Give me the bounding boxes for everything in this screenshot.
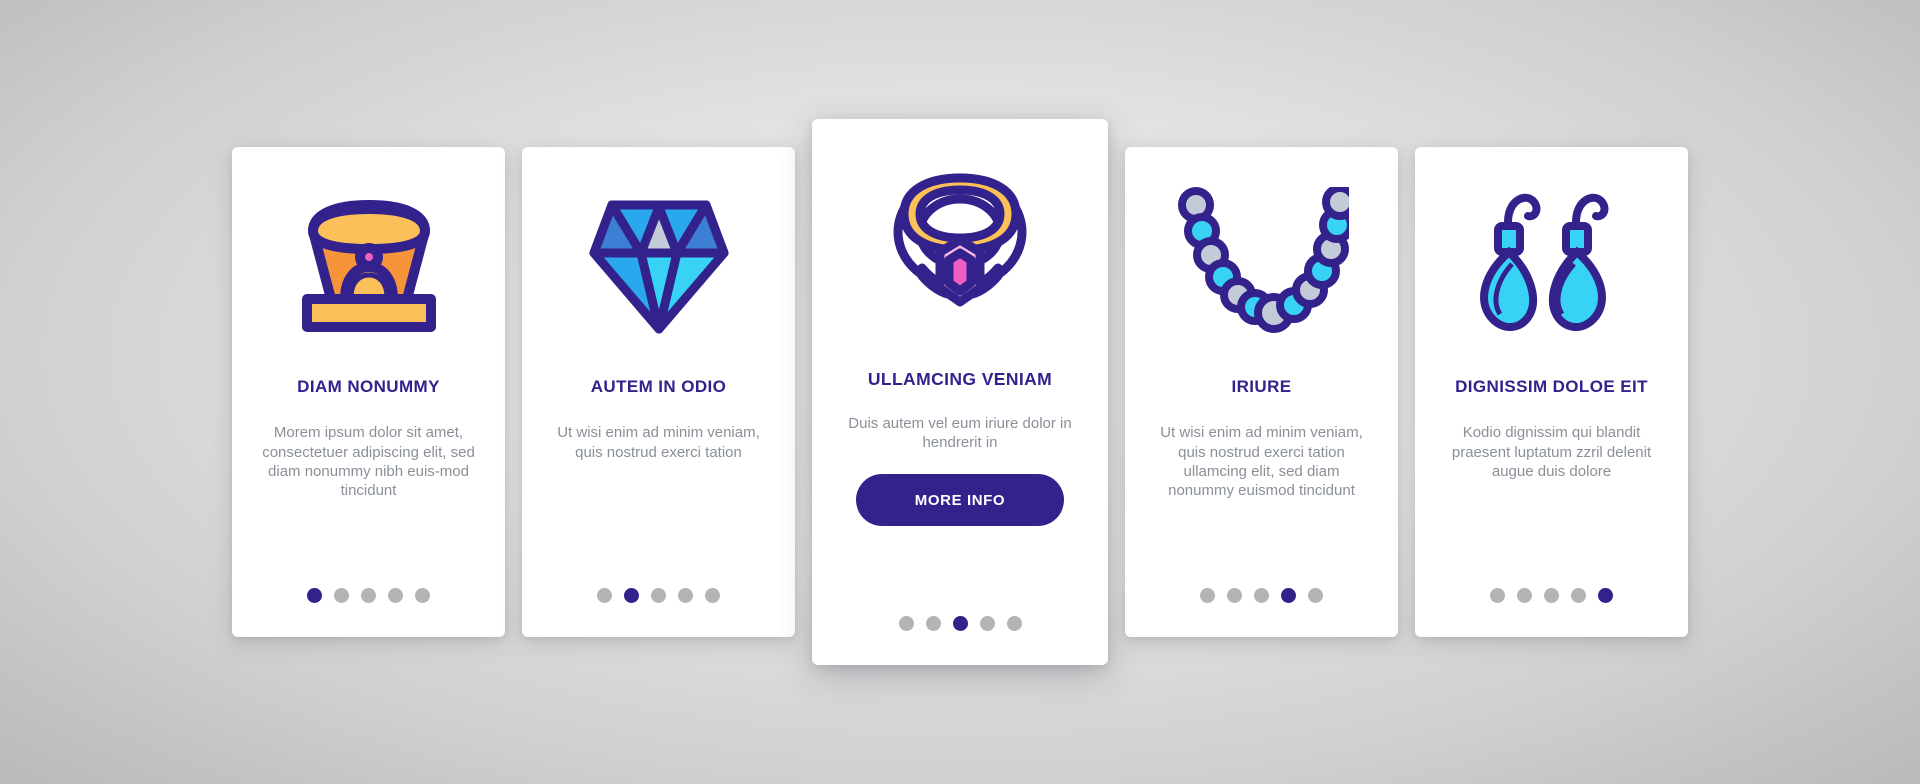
pagination-dot[interactable] [1006, 616, 1022, 631]
diamond-gem-icon [522, 147, 795, 377]
card-title: AUTEM IN ODIO [590, 377, 727, 396]
card-title: DIAM NONUMMY [297, 377, 440, 396]
onboarding-screens: DIAM NONUMMY Morem ipsum dolor sit amet,… [0, 0, 1920, 784]
pagination-dot[interactable] [1227, 588, 1242, 603]
card-description: Ut wisi enim ad minim veniam, quis nostr… [557, 424, 760, 461]
pagination-dot[interactable] [1598, 588, 1613, 603]
card-description: Ut wisi enim ad minim veniam, quis nostr… [1160, 424, 1363, 499]
card-row: DIAM NONUMMY Morem ipsum dolor sit amet,… [0, 0, 1920, 784]
pagination-dot[interactable] [952, 616, 968, 631]
pagination-dot[interactable] [925, 616, 941, 631]
pagination-dots[interactable] [522, 588, 795, 603]
pagination-dot[interactable] [1308, 588, 1323, 603]
pagination-dot[interactable] [1281, 588, 1296, 603]
card-description: Duis autem vel eum iriure dolor in hendr… [848, 415, 1072, 452]
card-title: ULLAMCING VENIAM [867, 369, 1053, 389]
pagination-dot[interactable] [1517, 588, 1532, 603]
card-description: Morem ipsum dolor sit amet, consectetuer… [262, 424, 475, 499]
onboarding-card-ullamcing-veniam[interactable]: ULLAMCING VENIAM Duis autem vel eum iriu… [812, 119, 1108, 665]
pagination-dot[interactable] [979, 616, 995, 631]
onboarding-card-autem-in-odio[interactable]: AUTEM IN ODIO Ut wisi enim ad minim veni… [522, 147, 795, 637]
pagination-dot[interactable] [651, 588, 666, 603]
pagination-dots[interactable] [1125, 588, 1398, 603]
pagination-dot[interactable] [361, 588, 376, 603]
pagination-dot[interactable] [334, 588, 349, 603]
pagination-dot[interactable] [1571, 588, 1586, 603]
onboarding-card-iriure[interactable]: IRIURE Ut wisi enim ad minim veniam, qui… [1125, 147, 1398, 637]
card-description: Kodio dignissim qui blandit praesent lup… [1451, 424, 1652, 480]
ring-in-jewelry-box-icon [232, 147, 505, 377]
onboarding-card-dignissim-doloe-eit[interactable]: DIGNISSIM DOLOE EIT Kodio dignissim qui … [1415, 147, 1688, 637]
pagination-dot[interactable] [415, 588, 430, 603]
pagination-dot[interactable] [307, 588, 322, 603]
pagination-dots[interactable] [232, 588, 505, 603]
pagination-dot[interactable] [898, 616, 914, 631]
pagination-dot[interactable] [705, 588, 720, 603]
pagination-dot[interactable] [597, 588, 612, 603]
pagination-dot[interactable] [1200, 588, 1215, 603]
pagination-dot[interactable] [1254, 588, 1269, 603]
more-info-button[interactable]: MORE INFO [856, 474, 1064, 527]
pagination-dot[interactable] [388, 588, 403, 603]
pagination-dots[interactable] [812, 616, 1108, 631]
gemstone-ring-icon [812, 119, 1108, 369]
onboarding-card-diam-nonummy[interactable]: DIAM NONUMMY Morem ipsum dolor sit amet,… [232, 147, 505, 637]
card-title: IRIURE [1231, 377, 1292, 396]
pagination-dots[interactable] [1415, 588, 1688, 603]
drop-earrings-icon [1415, 147, 1688, 377]
pagination-dot[interactable] [1544, 588, 1559, 603]
pagination-dot[interactable] [624, 588, 639, 603]
card-title: DIGNISSIM DOLOE EIT [1455, 377, 1648, 396]
pagination-dot[interactable] [1490, 588, 1505, 603]
pagination-dot[interactable] [678, 588, 693, 603]
pearl-necklace-icon [1125, 147, 1398, 377]
